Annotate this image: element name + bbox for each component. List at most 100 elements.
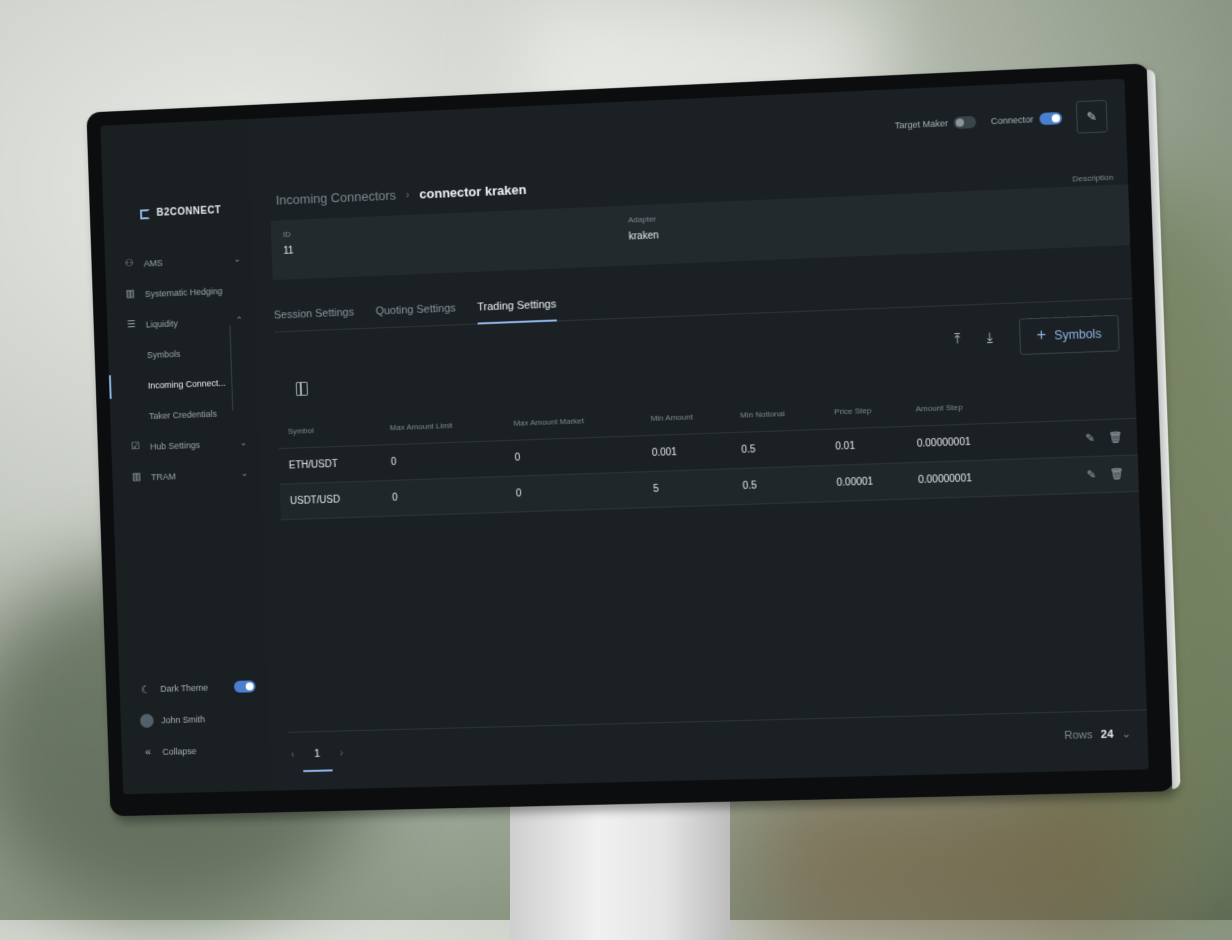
cell-max-amount-limit: 0 <box>381 476 507 517</box>
pencil-icon: ✎ <box>1086 109 1098 125</box>
row-actions: ✎ 🗑 <box>1016 454 1140 496</box>
symbols-table: Symbol Max Amount Limit Max Amount Marke… <box>277 383 1140 520</box>
column-header[interactable]: Min Notional <box>729 394 825 433</box>
chevron-right-icon: › <box>405 188 410 201</box>
download-icon[interactable]: ⤓ <box>986 330 992 346</box>
chart-icon: ▥ <box>131 471 142 483</box>
id-label: ID <box>282 229 291 240</box>
cell-min-notional: 0.5 <box>732 465 828 505</box>
column-header[interactable]: Symbol <box>277 410 381 449</box>
sidebar-item-label: Taker Credentials <box>148 408 218 421</box>
main-content: Target Maker Connector ✎ Incoming Connec… <box>248 79 1149 791</box>
chart-icon: ▥ <box>125 288 136 300</box>
sidebar-item-symbols[interactable]: Symbols <box>125 335 256 371</box>
actions-header <box>1014 383 1137 423</box>
list-icon: ☰ <box>126 319 136 331</box>
sidebar: B2CONNECT ⚇ AMS ⌄ ▥ Systematic Hedging ☰… <box>100 118 271 795</box>
table-footer: ‹ 1 › Rows 24 ⌄ <box>288 709 1149 791</box>
monitor-bezel: B2CONNECT ⚇ AMS ⌄ ▥ Systematic Hedging ☰… <box>86 63 1175 817</box>
target-maker-toggle[interactable] <box>953 115 977 129</box>
cell-price-step: 0.00001 <box>825 462 909 502</box>
cell-min-amount: 5 <box>642 468 734 508</box>
chevron-down-icon: ⌄ <box>1121 728 1132 741</box>
sidebar-item-label: Liquidity <box>145 317 178 330</box>
cell-max-amount-limit: 0 <box>380 440 506 481</box>
app-screen: B2CONNECT ⚇ AMS ⌄ ▥ Systematic Hedging ☰… <box>100 78 1149 795</box>
upload-icon[interactable]: ⤒ <box>954 331 960 347</box>
breadcrumb: Incoming Connectors › connector kraken <box>276 182 527 208</box>
rows-per-page[interactable]: Rows 24 ⌄ <box>1064 727 1131 742</box>
connector-toggle[interactable] <box>1039 111 1063 126</box>
cell-max-amount-market: 0 <box>505 471 644 513</box>
cell-min-notional: 0.5 <box>730 429 826 469</box>
chevron-down-icon: ⌄ <box>233 253 241 264</box>
logo-icon <box>139 208 150 219</box>
chevron-right-icon[interactable]: › <box>339 747 343 759</box>
pencil-icon[interactable]: ✎ <box>1085 432 1095 445</box>
sidebar-item-label: AMS <box>143 257 163 269</box>
top-bar: Target Maker Connector ✎ <box>894 99 1108 142</box>
user-name: John Smith <box>161 714 206 726</box>
settings-icon: ☑ <box>131 441 141 453</box>
page-number[interactable]: 1 <box>314 748 320 760</box>
tab-quoting-settings[interactable]: Quoting Settings <box>375 295 456 328</box>
sidebar-item-tram[interactable]: ▥ TRAM ⌄ <box>129 458 260 493</box>
chevron-left-icon[interactable]: ‹ <box>291 749 295 761</box>
cell-price-step: 0.01 <box>824 426 908 466</box>
column-header[interactable]: Max Amount Limit <box>379 406 505 445</box>
rows-label: Rows <box>1064 728 1093 742</box>
target-maker-label: Target Maker <box>894 118 949 131</box>
collapse-button[interactable]: « Collapse <box>141 734 259 769</box>
add-symbols-button[interactable]: + Symbols <box>1018 314 1120 356</box>
brand-logo[interactable]: B2CONNECT <box>139 205 222 219</box>
description-label: Description <box>1072 172 1114 184</box>
avatar <box>139 713 154 728</box>
sidebar-item-taker-credentials[interactable]: Taker Credentials <box>127 396 258 431</box>
sidebar-footer: ☾ Dark Theme John Smith « Collapse <box>138 670 258 768</box>
collapse-icon: « <box>144 746 152 759</box>
cell-max-amount-market: 0 <box>504 435 643 477</box>
sidebar-item-label: Symbols <box>146 348 181 360</box>
cell-amount-step: 0.00000001 <box>907 459 1018 500</box>
column-header[interactable]: Max Amount Market <box>502 401 642 441</box>
column-header[interactable]: Price Step <box>823 391 907 430</box>
connector-control: Connector <box>990 111 1063 127</box>
column-header[interactable]: Amount Step <box>904 387 1016 427</box>
sidebar-item-label: Hub Settings <box>149 439 201 452</box>
breadcrumb-parent[interactable]: Incoming Connectors <box>276 188 397 208</box>
brand-name: B2CONNECT <box>156 205 222 219</box>
table-actions: ⤒ ⤓ + Symbols <box>954 314 1120 358</box>
pagination: ‹ 1 › <box>291 747 344 760</box>
background-shape <box>760 780 1140 940</box>
rows-value: 24 <box>1100 728 1114 741</box>
adapter-field: Adapter kraken <box>628 214 659 242</box>
cell-amount-step: 0.00000001 <box>906 422 1017 463</box>
tab-trading-settings[interactable]: Trading Settings <box>477 291 557 324</box>
sidebar-item-liquidity[interactable]: ☰ Liquidity ⌃ <box>124 305 255 341</box>
users-icon: ⚇ <box>124 258 134 270</box>
sidebar-nav: ⚇ AMS ⌄ ▥ Systematic Hedging ☰ Liquidity… <box>122 243 260 492</box>
dark-theme-toggle[interactable] <box>233 680 256 693</box>
chevron-down-icon: ⌄ <box>239 437 248 448</box>
row-actions: ✎ 🗑 <box>1015 418 1138 460</box>
id-field: ID 11 <box>283 230 294 257</box>
tab-session-settings[interactable]: Session Settings <box>273 299 355 332</box>
sidebar-item-incoming-connectors[interactable]: Incoming Connect... <box>126 366 257 401</box>
pencil-icon[interactable]: ✎ <box>1086 469 1096 481</box>
trash-icon[interactable]: 🗑 <box>1109 468 1124 481</box>
columns-icon[interactable] <box>295 381 308 396</box>
edit-connector-button[interactable]: ✎ <box>1075 99 1108 134</box>
page-title: connector kraken <box>419 181 527 202</box>
monitor-stand <box>510 800 730 940</box>
id-value: 11 <box>283 245 294 257</box>
cell-symbol: ETH/USDT <box>278 444 382 485</box>
sidebar-item-label: TRAM <box>150 470 176 482</box>
cell-symbol: USDT/USD <box>279 480 384 520</box>
connector-label: Connector <box>990 114 1034 127</box>
sidebar-item-hub-settings[interactable]: ☑ Hub Settings ⌄ <box>128 427 259 462</box>
column-header[interactable]: Min Amount <box>640 398 731 436</box>
trash-icon[interactable]: 🗑 <box>1108 431 1123 444</box>
target-maker-control: Target Maker <box>894 115 977 132</box>
sidebar-item-label: Systematic Hedging <box>144 285 223 299</box>
user-profile[interactable]: John Smith <box>139 702 258 737</box>
